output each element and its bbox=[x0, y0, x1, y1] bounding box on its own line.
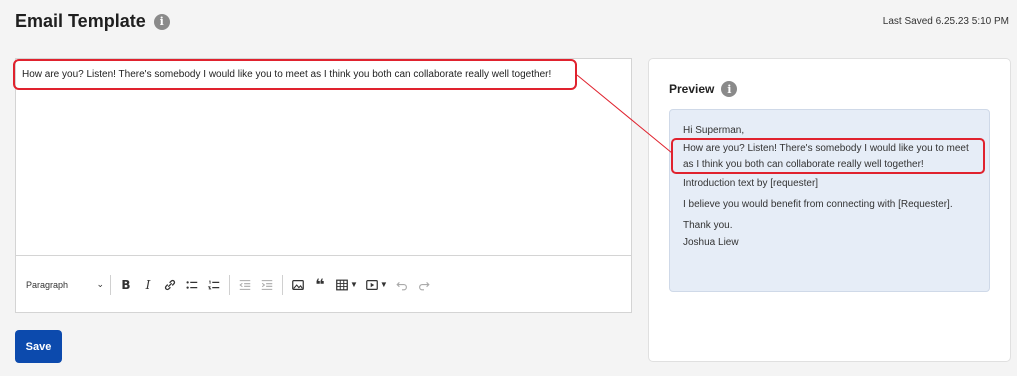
last-saved-status: Last Saved 6.25.23 5:10 PM bbox=[882, 16, 1009, 27]
email-preview: Hi Superman, How are you? Listen! There'… bbox=[669, 109, 990, 292]
page-title-text: Email Template bbox=[15, 11, 146, 31]
paragraph-format-select[interactable]: Paragraph ⌄ bbox=[24, 279, 106, 290]
chevron-down-icon: ⌄ bbox=[96, 279, 104, 289]
link-icon[interactable] bbox=[159, 274, 181, 296]
page-title: Email Template i bbox=[15, 11, 170, 32]
quote-icon[interactable]: ❝ bbox=[309, 274, 331, 296]
bold-icon[interactable]: B bbox=[115, 274, 137, 296]
email-editor[interactable]: How are you? Listen! There's somebody I … bbox=[15, 58, 632, 313]
preview-panel: Preview i Hi Superman, How are you? List… bbox=[648, 58, 1011, 362]
preview-intro: Introduction text by [requester] bbox=[683, 178, 819, 189]
undo-icon[interactable] bbox=[391, 274, 413, 296]
indent-icon[interactable] bbox=[256, 274, 278, 296]
editor-content-area[interactable]: How are you? Listen! There's somebody I … bbox=[16, 59, 631, 256]
info-icon[interactable]: i bbox=[721, 81, 738, 97]
preview-title: Preview bbox=[669, 82, 715, 96]
image-icon[interactable] bbox=[287, 274, 309, 296]
chevron-down-icon[interactable]: ▼ bbox=[380, 280, 388, 289]
preview-body-line-2: as I think you both can collaborate real… bbox=[683, 159, 924, 170]
redo-icon[interactable] bbox=[413, 274, 435, 296]
italic-icon[interactable]: I bbox=[137, 274, 159, 296]
preview-heading: Preview i bbox=[669, 81, 738, 97]
toolbar-divider bbox=[110, 274, 111, 295]
preview-benefit: I believe you would benefit from connect… bbox=[683, 199, 953, 210]
preview-thanks: Thank you. bbox=[683, 220, 733, 231]
preview-body-line-1: How are you? Listen! There's somebody I … bbox=[683, 143, 969, 154]
outdent-icon[interactable] bbox=[234, 274, 256, 296]
paragraph-format-label: Paragraph bbox=[26, 279, 69, 290]
toolbar-divider bbox=[229, 274, 230, 295]
bulleted-list-icon[interactable] bbox=[181, 274, 203, 296]
editor-toolbar: Paragraph ⌄ B I ❝ ▼ ▼ bbox=[16, 256, 631, 313]
preview-greeting: Hi Superman, bbox=[683, 125, 745, 136]
numbered-list-icon[interactable] bbox=[203, 274, 225, 296]
editor-text[interactable]: How are you? Listen! There's somebody I … bbox=[22, 69, 551, 80]
save-button[interactable]: Save bbox=[15, 330, 62, 363]
toolbar-divider bbox=[282, 274, 283, 295]
chevron-down-icon[interactable]: ▼ bbox=[350, 280, 358, 289]
info-icon[interactable]: i bbox=[153, 13, 170, 30]
preview-signature: Joshua Liew bbox=[683, 237, 739, 248]
